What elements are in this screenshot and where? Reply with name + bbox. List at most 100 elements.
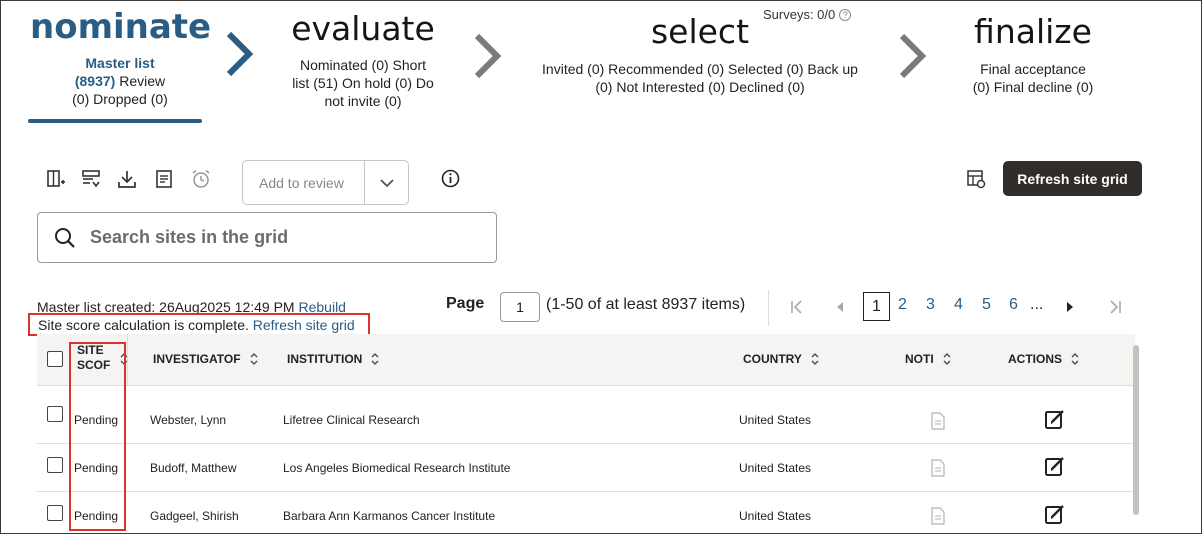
- column-investigator[interactable]: INVESTIGATOF: [153, 352, 258, 366]
- page-range: (1-50 of at least 8937 items): [546, 296, 746, 313]
- search-icon: [54, 227, 76, 249]
- column-notes[interactable]: NOTI: [905, 352, 951, 366]
- chevron-right-icon: [474, 33, 502, 79]
- header-label: COUNTRY: [743, 352, 802, 366]
- column-actions[interactable]: ACTIONS: [1008, 352, 1079, 366]
- finalize-line: Final acceptance: [980, 61, 1086, 77]
- previous-page-icon[interactable]: [834, 299, 846, 315]
- select-line: Invited (0) Recommended (0) Selected (0)…: [542, 61, 858, 77]
- score-calculation-message: Site score calculation is complete. Refr…: [28, 313, 370, 336]
- header-label: INVESTIGATOF: [153, 352, 241, 366]
- institution-cell: Barbara Ann Karmanos Cancer Institute: [283, 509, 496, 523]
- page-link[interactable]: 3: [926, 296, 935, 314]
- investigator-cell: Webster, Lynn: [150, 413, 227, 427]
- master-list-count: (8937): [74, 73, 116, 89]
- alarm-clock-icon[interactable]: [190, 168, 212, 190]
- column-institution[interactable]: INSTITUTION: [287, 352, 379, 366]
- step-evaluate-title: evaluate: [291, 9, 435, 48]
- edit-icon[interactable]: [1044, 408, 1066, 430]
- pagination-divider: [768, 290, 769, 326]
- edit-icon[interactable]: [1044, 503, 1066, 525]
- table-row[interactable]: Pending Webster, Lynn Lifetree Clinical …: [37, 396, 1135, 444]
- step-evaluate-desc: Nominated (0) Short list (51) On hold (0…: [278, 56, 448, 110]
- step-nominate-title: nominate: [30, 7, 212, 47]
- step-select[interactable]: select Invited (0) Recommended (0) Selec…: [522, 15, 878, 96]
- row-checkbox[interactable]: [47, 505, 63, 521]
- header-label: ACTIONS: [1008, 352, 1062, 366]
- institution-cell: Los Angeles Biomedical Research Institut…: [283, 461, 511, 475]
- filter-rows-icon[interactable]: [80, 168, 102, 190]
- active-step-indicator: [28, 119, 202, 123]
- download-icon[interactable]: [116, 168, 138, 190]
- info-icon[interactable]: [441, 169, 460, 188]
- table-scrollbar[interactable]: [1133, 345, 1139, 515]
- review-count: Review: [115, 73, 166, 89]
- edit-icon[interactable]: [1044, 455, 1066, 477]
- page-link[interactable]: 4: [954, 296, 963, 314]
- row-checkbox[interactable]: [47, 457, 63, 473]
- step-nominate[interactable]: nominate Master list (8937) Review (0) D…: [30, 7, 212, 108]
- country-cell: United States: [739, 413, 812, 427]
- institution-cell: Lifetree Clinical Research: [283, 413, 420, 427]
- site-score-column-highlight: [69, 342, 126, 531]
- search-box[interactable]: [37, 212, 497, 263]
- sort-icon[interactable]: [943, 353, 951, 365]
- notes-icon[interactable]: [931, 507, 945, 525]
- step-select-desc: Invited (0) Recommended (0) Selected (0)…: [522, 60, 878, 96]
- column-divider: [127, 334, 128, 386]
- add-to-review-dropdown[interactable]: [364, 161, 408, 204]
- dropped-count: (0) Dropped (0): [72, 91, 168, 107]
- header-label: INSTITUTION: [287, 352, 363, 366]
- sort-icon[interactable]: [250, 353, 258, 365]
- page-link[interactable]: 5: [982, 296, 991, 314]
- table-header: SITE SCOF INVESTIGATOF INSTITUTION COUNT…: [37, 334, 1135, 386]
- page-label: Page: [446, 295, 485, 312]
- country-cell: United States: [739, 509, 812, 523]
- last-page-icon[interactable]: [1107, 299, 1123, 315]
- first-page-icon[interactable]: [789, 299, 805, 315]
- step-finalize-desc: Final acceptance (0) Final decline (0): [958, 60, 1108, 96]
- page-ellipsis: ...: [1030, 296, 1044, 313]
- grid-settings-icon[interactable]: [966, 169, 986, 189]
- select-line: (0) Not Interested (0) Declined (0): [595, 79, 805, 95]
- notes-icon[interactable]: [931, 459, 945, 477]
- chevron-down-icon: [379, 178, 394, 187]
- step-evaluate[interactable]: evaluate Nominated (0) Short list (51) O…: [278, 12, 448, 110]
- investigator-cell: Budoff, Matthew: [150, 461, 237, 475]
- page-link[interactable]: 6: [1009, 296, 1018, 314]
- header-label: NOTI: [905, 352, 934, 366]
- refresh-site-grid-link[interactable]: Refresh site grid: [253, 317, 355, 333]
- page-number-input[interactable]: 1: [500, 292, 540, 322]
- sort-icon[interactable]: [1071, 353, 1079, 365]
- master-list-link[interactable]: Master list: [85, 55, 154, 71]
- chevron-right-icon: [899, 33, 927, 79]
- chevron-right-icon: [226, 31, 254, 77]
- step-finalize[interactable]: finalize Final acceptance (0) Final decl…: [958, 15, 1108, 96]
- current-page[interactable]: 1: [863, 292, 890, 321]
- report-icon[interactable]: [153, 168, 175, 190]
- select-all-checkbox[interactable]: [47, 351, 63, 367]
- evaluate-line: Nominated (0) Short: [299, 57, 427, 73]
- column-country[interactable]: COUNTRY: [743, 352, 819, 366]
- refresh-site-grid-button[interactable]: Refresh site grid: [1003, 161, 1142, 196]
- row-checkbox[interactable]: [47, 406, 63, 422]
- sites-table: SITE SCOF INVESTIGATOF INSTITUTION COUNT…: [37, 334, 1135, 534]
- add-to-review-button[interactable]: Add to review: [243, 161, 364, 204]
- sort-icon[interactable]: [371, 353, 379, 365]
- notes-icon[interactable]: [931, 412, 945, 430]
- add-to-review-split-button[interactable]: Add to review: [242, 160, 409, 205]
- investigator-cell: Gadgeel, Shirish: [150, 509, 239, 523]
- search-input[interactable]: [90, 227, 470, 248]
- evaluate-line: list (51) On hold (0) Do: [292, 75, 434, 91]
- table-row[interactable]: Pending Budoff, Matthew Los Angeles Biom…: [37, 444, 1135, 492]
- score-text: Site score calculation is complete.: [38, 317, 253, 333]
- page-link[interactable]: 2: [898, 296, 907, 314]
- country-cell: United States: [739, 461, 812, 475]
- table-row[interactable]: Pending Gadgeel, Shirish Barbara Ann Kar…: [37, 492, 1135, 534]
- step-finalize-title: finalize: [974, 12, 1092, 51]
- sort-icon[interactable]: [811, 353, 819, 365]
- add-column-icon[interactable]: [45, 168, 67, 190]
- next-page-icon[interactable]: [1064, 299, 1076, 315]
- step-select-title: select: [650, 12, 750, 51]
- evaluate-line: not invite (0): [324, 93, 402, 109]
